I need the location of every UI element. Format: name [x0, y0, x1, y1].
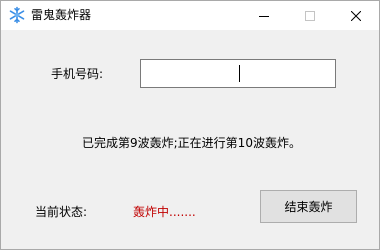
phone-label: 手机号码: — [51, 67, 104, 81]
text-caret — [239, 65, 240, 82]
close-button[interactable] — [333, 1, 379, 30]
phone-input[interactable] — [140, 59, 336, 88]
status-label: 当前状态: — [35, 205, 88, 219]
window-title: 雷鬼轰炸器 — [31, 8, 92, 22]
stop-bombing-button[interactable]: 结束轰炸 — [260, 190, 357, 223]
app-window: 雷鬼轰炸器 手机号码: 已完成第9波轰炸;正在进行第10波轰炸。 当前状态: 轰… — [0, 0, 380, 250]
progress-message: 已完成第9波轰炸;正在进行第10波轰炸。 — [82, 136, 301, 150]
title-bar[interactable]: 雷鬼轰炸器 — [1, 1, 379, 30]
snowflake-icon — [8, 6, 26, 24]
close-icon — [350, 6, 362, 25]
maximize-button[interactable] — [287, 1, 333, 30]
maximize-icon — [305, 6, 315, 25]
status-value: 轰炸中....... — [133, 205, 196, 219]
minimize-icon — [259, 6, 269, 25]
minimize-button[interactable] — [241, 1, 287, 30]
client-area: 手机号码: 已完成第9波轰炸;正在进行第10波轰炸。 当前状态: 轰炸中....… — [1, 30, 379, 249]
